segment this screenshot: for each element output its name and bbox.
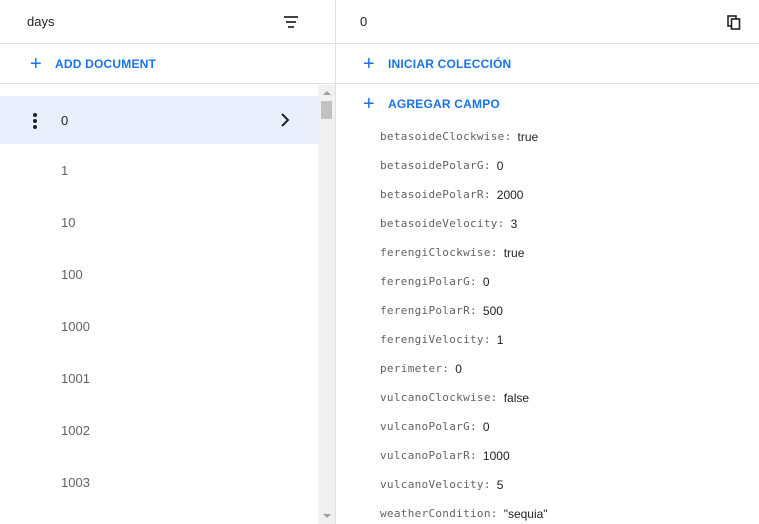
field-key: perimeter: <box>380 362 450 375</box>
field-value: 1000 <box>482 448 510 463</box>
field-key: betasoideVelocity: <box>380 217 505 230</box>
document-field[interactable]: betasoidePolarG: 0 <box>380 151 548 180</box>
more-vert-icon[interactable] <box>33 113 37 131</box>
field-value: true <box>517 129 539 144</box>
document-field[interactable]: vulcanoVelocity: 5 <box>380 470 548 499</box>
document-list-item[interactable]: 1002 <box>0 404 318 456</box>
field-value: 3 <box>510 216 518 231</box>
field-value: 0 <box>482 419 490 434</box>
field-value: 0 <box>455 361 462 376</box>
document-id: 0 <box>61 112 69 128</box>
field-key: vulcanoPolarG: <box>380 420 477 433</box>
scroll-thumb[interactable] <box>321 101 332 119</box>
start-collection-label: INICIAR COLECCIÓN <box>388 56 512 71</box>
add-document-label: ADD DOCUMENT <box>55 56 157 71</box>
collection-title: days <box>27 14 55 29</box>
field-key: ferengiPolarR: <box>380 304 477 317</box>
document-id: 10 <box>61 214 76 230</box>
add-field-label: AGREGAR CAMPO <box>388 97 500 111</box>
document-list-item[interactable]: 10 <box>0 196 318 248</box>
document-id: 1000 <box>61 318 90 334</box>
plus-icon: + <box>30 52 42 75</box>
plus-icon: + <box>363 52 375 75</box>
add-document-button[interactable]: + ADD DOCUMENT <box>0 44 335 84</box>
document-id: 1002 <box>61 422 90 438</box>
field-key: weatherCondition: <box>380 507 498 520</box>
document-list-scrollbar[interactable] <box>318 85 335 524</box>
document-field[interactable]: ferengiClockwise: true <box>380 238 548 267</box>
field-key: betasoidePolarG: <box>380 159 491 172</box>
document-id: 1 <box>61 162 69 178</box>
document-list-item[interactable]: 1000 <box>0 300 318 352</box>
document-list-item[interactable]: 1001 <box>0 352 318 404</box>
start-collection-button[interactable]: + INICIAR COLECCIÓN <box>336 44 759 84</box>
field-key: vulcanoClockwise: <box>380 391 498 404</box>
field-key: ferengiVelocity: <box>380 333 491 346</box>
scroll-down-arrow-icon[interactable] <box>323 514 331 518</box>
copy-icon[interactable] <box>727 15 741 30</box>
document-list-item[interactable]: 0 <box>0 96 318 144</box>
document-field[interactable]: betasoidePolarR: 2000 <box>380 180 548 209</box>
field-value: 0 <box>496 158 504 173</box>
document-list-item[interactable]: 100 <box>0 248 318 300</box>
document-id: 1001 <box>61 370 90 386</box>
document-field[interactable]: perimeter: 0 <box>380 354 548 383</box>
field-value: 0 <box>482 274 490 289</box>
field-key: ferengiPolarG: <box>380 275 477 288</box>
field-key: betasoideClockwise: <box>380 130 512 143</box>
document-field[interactable]: vulcanoPolarR: 1000 <box>380 441 548 470</box>
document-list: 0 1 10 100 1000 1001 1002 1003 <box>0 96 318 508</box>
document-header: 0 <box>336 0 759 44</box>
document-field[interactable]: ferengiPolarR: 500 <box>380 296 548 325</box>
field-value: 500 <box>482 303 503 318</box>
field-key: vulcanoPolarR: <box>380 449 477 462</box>
document-field[interactable]: ferengiVelocity: 1 <box>380 325 548 354</box>
field-value: true <box>503 245 525 260</box>
add-field-button[interactable]: + AGREGAR CAMPO <box>336 84 759 124</box>
document-list-item[interactable]: 1003 <box>0 456 318 508</box>
document-id: 1003 <box>61 474 90 490</box>
document-field[interactable]: ferengiPolarG: 0 <box>380 267 548 296</box>
document-field[interactable]: vulcanoPolarG: 0 <box>380 412 548 441</box>
field-value: 1 <box>496 332 504 347</box>
field-value: 5 <box>496 477 504 492</box>
field-key: betasoidePolarR: <box>380 188 491 201</box>
field-value: "sequia" <box>503 506 548 521</box>
filter-icon[interactable] <box>284 16 298 28</box>
collection-header: days <box>0 0 335 44</box>
document-field[interactable]: weatherCondition: "sequia" <box>380 499 548 524</box>
plus-icon: + <box>363 93 375 115</box>
document-field[interactable]: betasoideClockwise: true <box>380 122 548 151</box>
document-title: 0 <box>360 14 368 29</box>
field-key: ferengiClockwise: <box>380 246 498 259</box>
field-value: false <box>503 390 530 405</box>
field-key: vulcanoVelocity: <box>380 478 491 491</box>
field-value: 2000 <box>496 187 524 202</box>
document-panel: 0 + INICIAR COLECCIÓN + AGREGAR CAMPO be… <box>336 0 759 524</box>
document-id: 100 <box>61 266 83 282</box>
document-field[interactable]: betasoideVelocity: 3 <box>380 209 548 238</box>
collection-panel: days + ADD DOCUMENT 0 1 10 100 1000 1001 1002 1… <box>0 0 336 524</box>
document-list-item[interactable]: 1 <box>0 144 318 196</box>
chevron-right-icon[interactable] <box>279 113 291 127</box>
field-list: betasoideClockwise: true betasoidePolarG: 0… <box>380 122 548 524</box>
scroll-up-arrow-icon[interactable] <box>323 91 331 95</box>
document-field[interactable]: vulcanoClockwise: false <box>380 383 548 412</box>
